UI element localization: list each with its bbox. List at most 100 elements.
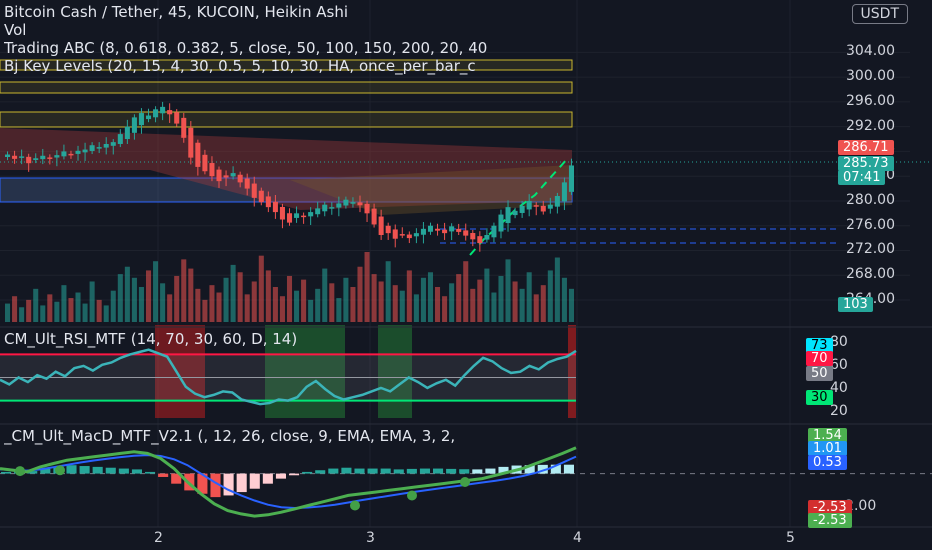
candle-body[interactable]: [470, 233, 476, 240]
candle-body[interactable]: [427, 225, 434, 232]
candle-body[interactable]: [279, 206, 285, 220]
candle-body[interactable]: [357, 202, 363, 206]
candle-body[interactable]: [216, 169, 222, 182]
candle-body[interactable]: [244, 178, 250, 189]
candle-body[interactable]: [435, 228, 441, 231]
candle-body[interactable]: [251, 183, 257, 198]
candle-body[interactable]: [561, 182, 567, 202]
candle-body[interactable]: [308, 212, 314, 217]
candle-body[interactable]: [491, 225, 497, 238]
volume-bar: [153, 261, 159, 322]
candle-body[interactable]: [82, 149, 88, 153]
candle-body[interactable]: [463, 230, 469, 236]
candle-body[interactable]: [568, 165, 574, 192]
candle-body[interactable]: [484, 235, 490, 240]
candle-body[interactable]: [512, 210, 518, 216]
candle-body[interactable]: [526, 200, 532, 210]
candle-body[interactable]: [110, 142, 116, 146]
candle-body[interactable]: [420, 228, 426, 235]
candle-body[interactable]: [265, 196, 271, 208]
volume-bar: [61, 285, 67, 322]
indicator-vol[interactable]: Vol: [4, 21, 26, 40]
candle-body[interactable]: [406, 234, 412, 239]
candle-body[interactable]: [145, 115, 152, 120]
candle-body[interactable]: [160, 106, 166, 114]
volume-bar: [251, 281, 257, 322]
candle-body[interactable]: [223, 175, 229, 178]
candle-body[interactable]: [40, 155, 46, 160]
candle-body[interactable]: [322, 204, 328, 212]
candle-body[interactable]: [315, 208, 321, 215]
candle-body[interactable]: [286, 213, 293, 223]
candle-body[interactable]: [343, 199, 349, 206]
candle-body[interactable]: [174, 112, 180, 124]
candle-body[interactable]: [498, 214, 504, 232]
volume-bar: [519, 288, 525, 322]
candle-body[interactable]: [371, 208, 377, 225]
volume-bar: [272, 287, 278, 322]
candle-body[interactable]: [96, 147, 102, 149]
candle-body[interactable]: [477, 236, 483, 244]
candle-body[interactable]: [336, 203, 342, 208]
candle-body[interactable]: [117, 134, 123, 144]
candle-body[interactable]: [378, 216, 384, 235]
candle-body[interactable]: [153, 109, 159, 118]
candle-body[interactable]: [456, 228, 462, 232]
macd-indicator-title[interactable]: _CM_Ult_MacD_MTF_V2.1 (, 12, 26, close, …: [4, 427, 455, 446]
indicator-trading-abc[interactable]: Trading ABC (8, 0.618, 0.382, 5, close, …: [4, 39, 487, 58]
candle-body[interactable]: [329, 207, 335, 209]
candle-body[interactable]: [131, 117, 137, 133]
candle-body[interactable]: [68, 153, 74, 156]
candle-body[interactable]: [167, 110, 173, 115]
candle-body[interactable]: [547, 204, 553, 209]
currency-selector[interactable]: USDT: [851, 4, 908, 24]
candle-body[interactable]: [258, 190, 264, 203]
macd-histogram-bar: [79, 466, 90, 474]
volume-bar: [322, 268, 328, 322]
candle-body[interactable]: [19, 156, 25, 158]
candle-body[interactable]: [138, 113, 144, 126]
candle-body[interactable]: [449, 226, 455, 232]
candle-body[interactable]: [385, 225, 391, 234]
candle-body[interactable]: [392, 229, 398, 239]
candle-body[interactable]: [519, 205, 525, 213]
rsi-tick-label: 60: [830, 356, 848, 373]
candle-body[interactable]: [188, 127, 194, 158]
indicator-key-levels[interactable]: Bj Key Levels (20, 15, 4, 30, 0.5, 5, 10…: [4, 57, 476, 76]
candle-body[interactable]: [33, 158, 39, 161]
rsi-indicator-title[interactable]: CM_Ult_RSI_MTF (14, 70, 30, 60, D, 14): [4, 330, 297, 349]
candle-body[interactable]: [47, 157, 53, 159]
candle-body[interactable]: [124, 126, 130, 140]
trading-chart[interactable]: [0, 0, 932, 550]
candle-body[interactable]: [399, 234, 405, 236]
candle-body[interactable]: [350, 202, 356, 204]
candle-body[interactable]: [181, 117, 187, 138]
candle-body[interactable]: [54, 155, 60, 158]
candle-body[interactable]: [195, 142, 201, 167]
candle-body[interactable]: [209, 163, 215, 177]
candle-body[interactable]: [533, 205, 539, 207]
candle-body[interactable]: [103, 144, 109, 148]
candle-body[interactable]: [294, 213, 300, 218]
volume-bar: [5, 303, 11, 322]
candle-body[interactable]: [442, 229, 448, 234]
candle-body[interactable]: [540, 205, 546, 212]
candle-body[interactable]: [301, 215, 307, 218]
candle-body[interactable]: [554, 196, 560, 207]
candle-body[interactable]: [413, 233, 419, 237]
macd-histogram-bar: [92, 466, 103, 474]
macd-histogram-bar: [118, 468, 129, 474]
candle-body[interactable]: [5, 154, 11, 157]
candle-body[interactable]: [505, 207, 511, 224]
candle-body[interactable]: [89, 145, 95, 151]
candle-body[interactable]: [272, 201, 278, 213]
candle-body[interactable]: [237, 174, 243, 183]
candle-body[interactable]: [75, 150, 81, 154]
candle-body[interactable]: [12, 155, 18, 159]
candle-body[interactable]: [26, 156, 32, 164]
volume-bar: [181, 259, 187, 322]
candle-body[interactable]: [61, 151, 67, 157]
candle-body[interactable]: [230, 173, 236, 177]
candle-body[interactable]: [202, 154, 208, 172]
candle-body[interactable]: [364, 203, 370, 214]
